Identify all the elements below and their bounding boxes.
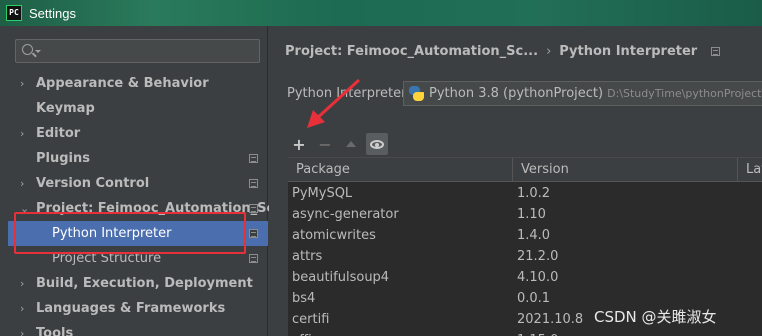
column-header-latest-version[interactable]: Latest version [738,158,762,182]
breadcrumb-current-page: Python Interpreter [559,44,698,59]
column-header-version[interactable]: Version [513,158,738,182]
column-header-package[interactable]: Package [288,158,513,182]
breadcrumb: Project: Feimooc_Automation_Sc... › Pyth… [285,44,721,59]
collapsed-chevron-icon[interactable]: › [20,327,24,336]
cell-package: atomicwrites [292,228,376,243]
sidebar-item-label: Build, Execution, Deployment [36,276,253,291]
cell-version: 0.0.1 [517,291,551,306]
upgrade-arrow-icon [346,141,356,147]
table-row[interactable]: atomicwrites 1.4.0 [288,225,762,246]
sidebar-item-label: Version Control [36,176,150,191]
python-logo-icon [409,86,424,101]
cell-version: 4.10.0 [517,270,559,285]
packages-table-header: Package Version Latest version [288,158,762,182]
breadcrumb-project[interactable]: Project: Feimooc_Automation_Sc... [285,44,538,59]
cell-version: 2021.10.8 [517,312,584,327]
settings-search-input[interactable] [15,39,260,63]
table-row[interactable]: beautifulsoup4 4.10.0 [288,267,762,288]
cell-version: 21.2.0 [517,249,559,264]
cell-version: 1.0.2 [517,186,551,201]
sidebar-item-plugins[interactable]: Plugins [0,146,268,171]
python-interpreter-select[interactable]: Python 3.8 (pythonProject) D:\StudyTime\… [403,81,762,106]
packages-toolbar: + − [288,133,392,155]
project-scope-icon [249,154,258,163]
table-row[interactable]: PyMySQL 1.0.2 [288,183,762,204]
cell-version: 1.10 [517,207,546,222]
cell-package: bs4 [292,291,316,306]
breadcrumb-separator: › [546,44,552,59]
sidebar-item-version-control[interactable]: › Version Control [0,171,268,196]
interpreter-name: Python 3.8 (pythonProject) [429,86,604,101]
sidebar-item-label: Tools [36,326,74,336]
table-row[interactable]: attrs 21.2.0 [288,246,762,267]
annotation-highlight-box [14,212,246,254]
window-titlebar: PC Settings [0,0,762,26]
search-history-dropdown-icon[interactable] [35,50,41,53]
sidebar-item-tools[interactable]: › Tools [0,321,268,336]
cell-package: attrs [292,249,323,264]
show-early-releases-toggle[interactable] [366,133,388,155]
search-icon [22,44,33,55]
collapsed-chevron-icon[interactable]: › [20,277,24,290]
table-row[interactable]: async-generator 1.10 [288,204,762,225]
project-scope-icon [249,179,258,188]
csdn-watermark: CSDN @关雎淑女 [594,308,717,326]
sidebar-item-languages-frameworks[interactable]: › Languages & Frameworks [0,296,268,321]
sidebar-item-editor[interactable]: › Editor [0,121,268,146]
collapsed-chevron-icon[interactable]: › [20,177,24,190]
cell-package: PyMySQL [292,186,353,201]
cell-package: async-generator [292,207,399,222]
window-title: Settings [29,5,76,21]
interpreter-path: D:\StudyTime\pythonProject\venv [607,87,762,100]
cell-package: certifi [292,312,330,327]
sidebar-item-label: Languages & Frameworks [36,301,226,316]
project-scope-icon [249,204,258,213]
collapsed-chevron-icon[interactable]: › [20,302,24,315]
settings-main-panel: Project: Feimooc_Automation_Sc... › Pyth… [269,26,762,336]
sidebar-item-label: Plugins [36,151,90,166]
cell-version: 1.4.0 [517,228,551,243]
sidebar-item-label: Appearance & Behavior [36,76,209,91]
sidebar-item-build-execution-deployment[interactable]: › Build, Execution, Deployment [0,271,268,296]
table-row[interactable]: cffi 1.15.0 [288,330,762,336]
project-scope-icon [249,254,258,263]
eye-icon [370,139,384,149]
add-package-button[interactable]: + [288,133,310,155]
sidebar-item-label: Editor [36,126,81,141]
sidebar-item-label: Keymap [36,101,95,116]
settings-sidebar: › Appearance & Behavior Keymap › Editor Plugi… [0,26,289,336]
annotation-arrow [307,78,361,128]
project-scope-icon [711,47,721,56]
cell-package: beautifulsoup4 [292,270,390,285]
pycharm-app-icon: PC [6,5,22,21]
sidebar-item-keymap[interactable]: Keymap [0,96,268,121]
upgrade-package-button[interactable] [340,133,362,155]
cell-package: cffi [292,330,312,336]
remove-package-button[interactable]: − [314,133,336,155]
sidebar-item-appearance-behavior[interactable]: › Appearance & Behavior [0,71,268,96]
collapsed-chevron-icon[interactable]: › [20,127,24,140]
collapsed-chevron-icon[interactable]: › [20,77,24,90]
cell-version: 1.15.0 [517,330,558,336]
project-scope-icon [249,229,258,238]
